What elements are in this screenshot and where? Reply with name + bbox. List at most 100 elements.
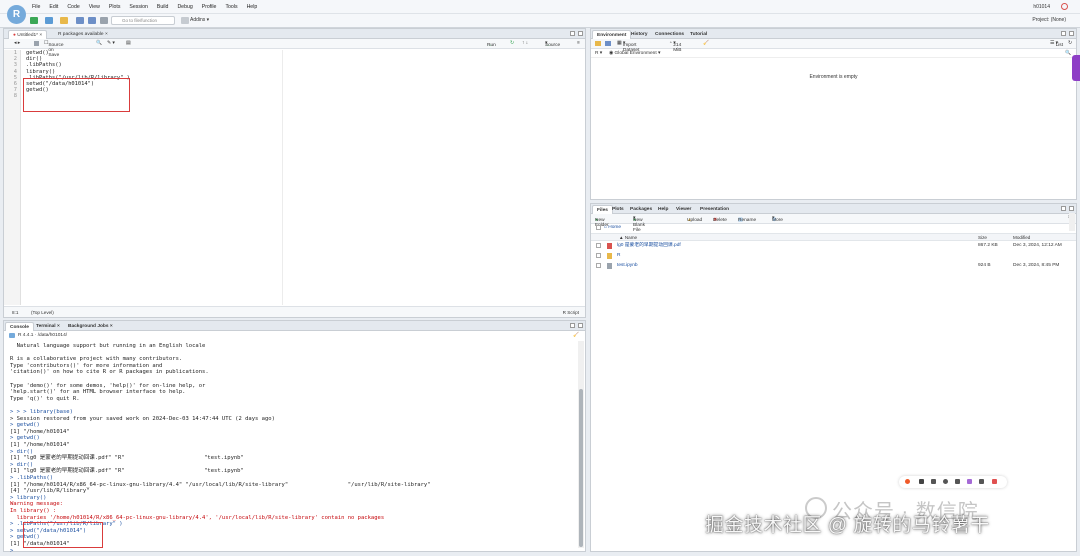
tab-console[interactable]: Console <box>5 322 34 331</box>
file-row[interactable]: test.ipynb 924 B Dec 3, 2024, 8:45 PM <box>591 261 1076 271</box>
power-icon[interactable] <box>1061 3 1068 10</box>
save-all-icon[interactable] <box>88 17 96 24</box>
tab-background-jobs[interactable]: Background Jobs × <box>64 322 117 331</box>
share-icon[interactable] <box>905 479 910 484</box>
new-project-icon[interactable] <box>45 17 53 24</box>
file-name[interactable]: R <box>617 251 620 261</box>
col-size[interactable]: Size <box>978 235 987 240</box>
tab-terminal[interactable]: Terminal × <box>32 322 64 331</box>
save-icon[interactable] <box>76 17 84 24</box>
console-maximize-icon[interactable] <box>578 323 583 328</box>
bot-icon[interactable] <box>955 479 960 484</box>
file-type-indicator[interactable]: R Script <box>563 310 579 315</box>
file-checkbox[interactable] <box>596 263 601 268</box>
extension-icon[interactable] <box>992 479 997 484</box>
compile-icon[interactable]: ▤ <box>126 41 131 46</box>
menu-debug[interactable]: Debug <box>177 4 192 10</box>
more-button[interactable]: ⚙ More ▾ <box>772 216 783 223</box>
maximize-icon[interactable] <box>578 31 583 36</box>
file-name[interactable]: test.ipynb <box>617 261 638 271</box>
tab-help[interactable]: Help <box>654 205 672 214</box>
menu-view[interactable]: View <box>89 4 100 10</box>
refresh-env-icon[interactable]: ↻ <box>1068 41 1072 46</box>
console-line: Type 'q()' to quit R. <box>10 395 80 402</box>
col-name[interactable]: ▲ Name <box>619 235 637 240</box>
project-menu[interactable]: Project: (None) <box>1032 17 1066 23</box>
list-view-button[interactable]: ☰ List ▾ <box>1050 41 1063 48</box>
files-minimize-icon[interactable] <box>1061 206 1066 211</box>
menu-profile[interactable]: Profile <box>202 4 217 10</box>
addins-menu[interactable]: Addins ▾ <box>190 17 209 23</box>
tab-viewer[interactable]: Viewer <box>672 205 695 214</box>
tab-plots[interactable]: Plots <box>608 205 628 214</box>
env-search-icon[interactable]: 🔍 <box>1065 51 1071 56</box>
clear-env-icon[interactable]: 🧹 <box>703 41 709 46</box>
back-icon[interactable]: ◂ ▸ <box>14 41 20 46</box>
grid-icon[interactable] <box>181 17 189 24</box>
search-icon[interactable]: 🔍 <box>96 41 102 46</box>
tab-connections[interactable]: Connections <box>651 30 688 39</box>
floating-toolbar <box>899 476 1007 488</box>
save-doc-icon[interactable] <box>34 41 39 46</box>
menu-session[interactable]: Session <box>129 4 147 10</box>
wand-icon[interactable]: ✎ ▾ <box>107 41 115 46</box>
import-dataset-button[interactable]: ▦ Import Dataset ▾ <box>617 41 639 53</box>
magic-icon[interactable] <box>967 479 972 484</box>
cursor-position: 8:1 <box>12 310 19 315</box>
new-file-icon[interactable] <box>30 17 38 24</box>
file-row[interactable]: lg0 是蒙老的早期提动回课.pdf 867.2 KB Dec 3, 2024, 1… <box>591 241 1076 251</box>
file-row[interactable]: R <box>591 251 1076 261</box>
console-line: Type 'contributors()' for more informati… <box>10 362 163 369</box>
file-checkbox[interactable] <box>596 243 601 248</box>
menu-file[interactable]: File <box>32 4 40 10</box>
side-extension-tab[interactable] <box>1072 55 1080 81</box>
file-name[interactable]: lg0 是蒙老的早期提动回课.pdf <box>617 241 681 251</box>
tab-untitled1[interactable]: ● Untitled1* × <box>8 30 48 39</box>
grid-small-icon[interactable] <box>931 479 936 484</box>
console-scroll-thumb[interactable] <box>579 389 583 547</box>
print-icon[interactable] <box>100 17 108 24</box>
language-select[interactable]: R ▾ <box>595 51 602 56</box>
files-scrollbar[interactable] <box>1069 213 1075 231</box>
col-modified[interactable]: Modified <box>1013 235 1030 240</box>
clear-console-icon[interactable]: 🧹 <box>573 333 579 338</box>
apps-icon[interactable] <box>979 479 984 484</box>
menu-edit[interactable]: Edit <box>49 4 58 10</box>
outline-icon[interactable]: ≡ <box>577 41 580 46</box>
tab-history[interactable]: History <box>627 30 652 39</box>
editor-toolbar: ◂ ▸ ☐ Source on Save 🔍 ✎ ▾ ▤ → Run ↻ ↑ ↓ … <box>4 39 585 58</box>
save-workspace-icon[interactable] <box>605 41 611 46</box>
new-blank-file-button[interactable]: ● New Blank File ▾ <box>633 216 645 233</box>
tab-tutorial[interactable]: Tutorial <box>686 30 711 39</box>
source-button[interactable]: → Source ▾ <box>545 41 560 48</box>
open-file-icon[interactable] <box>60 17 68 24</box>
minimize-icon[interactable] <box>570 31 575 36</box>
global-env-select[interactable]: ◉ Global Environment ▾ <box>609 51 660 56</box>
menu-plots[interactable]: Plots <box>109 4 121 10</box>
menu-help[interactable]: Help <box>247 4 258 10</box>
rerun-icon[interactable]: ↻ <box>510 41 514 46</box>
source-on-save-checkbox[interactable]: ☐ Source on Save <box>44 41 64 58</box>
scope-indicator[interactable]: (Top Level) <box>31 310 54 315</box>
tab-r-packages[interactable]: R packages available × <box>54 30 112 39</box>
qr-icon[interactable] <box>919 479 924 484</box>
tab-environment[interactable]: Environment <box>592 30 632 39</box>
menu-build[interactable]: Build <box>157 4 169 10</box>
console-minimize-icon[interactable] <box>570 323 575 328</box>
menu-code[interactable]: Code <box>67 4 79 10</box>
console-line: Natural language support but running in … <box>10 343 206 349</box>
goto-file-input[interactable]: Go to file/function <box>111 16 175 25</box>
mic-icon[interactable] <box>943 479 948 484</box>
menu-tools[interactable]: Tools <box>225 4 237 10</box>
files-maximize-icon[interactable] <box>1069 206 1074 211</box>
tab-presentation[interactable]: Presentation <box>696 205 733 214</box>
navigate-icon[interactable]: ↑ ↓ <box>522 41 528 46</box>
breadcrumb-home[interactable]: ⌂ Home <box>604 225 621 230</box>
file-checkbox[interactable] <box>596 253 601 258</box>
select-all-checkbox[interactable] <box>596 225 601 230</box>
env-minimize-icon[interactable] <box>1061 31 1066 36</box>
env-maximize-icon[interactable] <box>1069 31 1074 36</box>
tab-packages[interactable]: Packages <box>626 205 656 214</box>
memory-usage[interactable]: ◔ 214 MiB ▾ <box>669 41 682 53</box>
load-workspace-icon[interactable] <box>595 41 601 46</box>
